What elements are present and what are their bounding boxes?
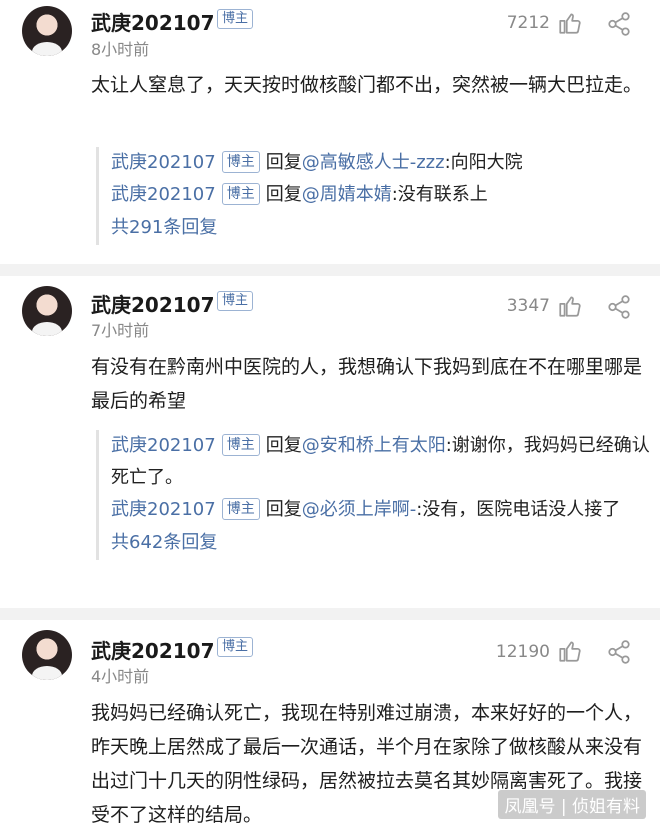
reply-item[interactable]: 武庚202107 博主 回复@周婧本婧:没有联系上 [111,179,656,211]
blogger-badge: 博主 [221,183,260,205]
blogger-badge: 博主 [217,291,254,311]
avatar[interactable] [22,286,72,336]
reply-text: :向阳大院 [444,152,523,173]
separator [0,264,660,276]
reply-prefix: 回复 [265,184,302,205]
reply-item[interactable]: 武庚202107 博主 回复@安和桥上有太阳:谢谢你，我妈妈已经确认死亡了。 [111,430,656,494]
blogger-badge: 博主 [221,151,260,173]
mention-link[interactable]: @高敏感人士-zzz [302,152,445,173]
timestamp: 8小时前 [91,40,150,59]
reply-text: :没有，医院电话没人接了 [416,499,621,520]
like-count: 3347 [506,296,550,316]
view-all-replies-link[interactable]: 共291条回复 [111,211,656,245]
comment-text: 太让人窒息了，天天按时做核酸门都不出，突然被一辆大巴拉走。 [91,74,643,96]
reply-thread: 武庚202107 博主 回复@安和桥上有太阳:谢谢你，我妈妈已经确认死亡了。 武庚2… [96,430,656,560]
mention-link[interactable]: @周婧本婧 [302,184,392,205]
reply-prefix: 回复 [265,152,302,173]
share-icon[interactable] [606,294,632,320]
thumbs-up-icon[interactable] [557,638,583,664]
thumbs-up-icon[interactable] [557,293,583,319]
avatar[interactable] [22,630,72,680]
share-icon[interactable] [606,11,632,37]
source-watermark: 凤凰号 | 侦姐有料 [498,790,646,819]
reply-author[interactable]: 武庚202107 [111,184,216,205]
blogger-badge: 博主 [221,498,260,520]
comment-text: 有没有在黔南州中医院的人，我想确认下我妈到底在不在哪里哪是最后的希望 [91,356,643,412]
thumbs-up-icon[interactable] [557,10,583,36]
like-count: 7212 [506,13,550,33]
mention-link[interactable]: @安和桥上有太阳 [302,435,446,456]
reply-prefix: 回复 [265,499,302,520]
username[interactable]: 武庚202107 [91,635,215,664]
reply-text: :没有联系上 [391,184,488,205]
share-icon[interactable] [606,639,632,665]
view-all-replies-link[interactable]: 共642条回复 [111,526,656,560]
reply-author[interactable]: 武庚202107 [111,152,216,173]
username[interactable]: 武庚202107 [91,289,215,318]
like-count: 12190 [495,642,550,662]
reply-prefix: 回复 [265,435,302,456]
blogger-badge: 博主 [221,434,260,456]
mention-link[interactable]: @必须上岸啊- [302,499,417,520]
blogger-badge: 博主 [217,637,254,657]
separator [0,608,660,620]
comment-card: 武庚202107 博主 7小时前 3347 有没有在黔南州中医院的人，我想确认下… [0,276,660,606]
comment-card: 武庚202107 博主 8小时前 7212 太让人窒息了，天天按时做核酸门都不出… [0,0,660,262]
timestamp: 4小时前 [91,667,150,686]
reply-author[interactable]: 武庚202107 [111,499,216,520]
reply-item[interactable]: 武庚202107 博主 回复@必须上岸啊-:没有，医院电话没人接了 [111,494,656,526]
reply-thread: 武庚202107 博主 回复@高敏感人士-zzz:向阳大院 武庚202107 博主 回复… [96,147,656,245]
avatar[interactable] [22,6,72,56]
blogger-badge: 博主 [217,9,254,29]
username[interactable]: 武庚202107 [91,7,215,36]
reply-author[interactable]: 武庚202107 [111,435,216,456]
reply-item[interactable]: 武庚202107 博主 回复@高敏感人士-zzz:向阳大院 [111,147,656,179]
timestamp: 7小时前 [91,321,150,340]
